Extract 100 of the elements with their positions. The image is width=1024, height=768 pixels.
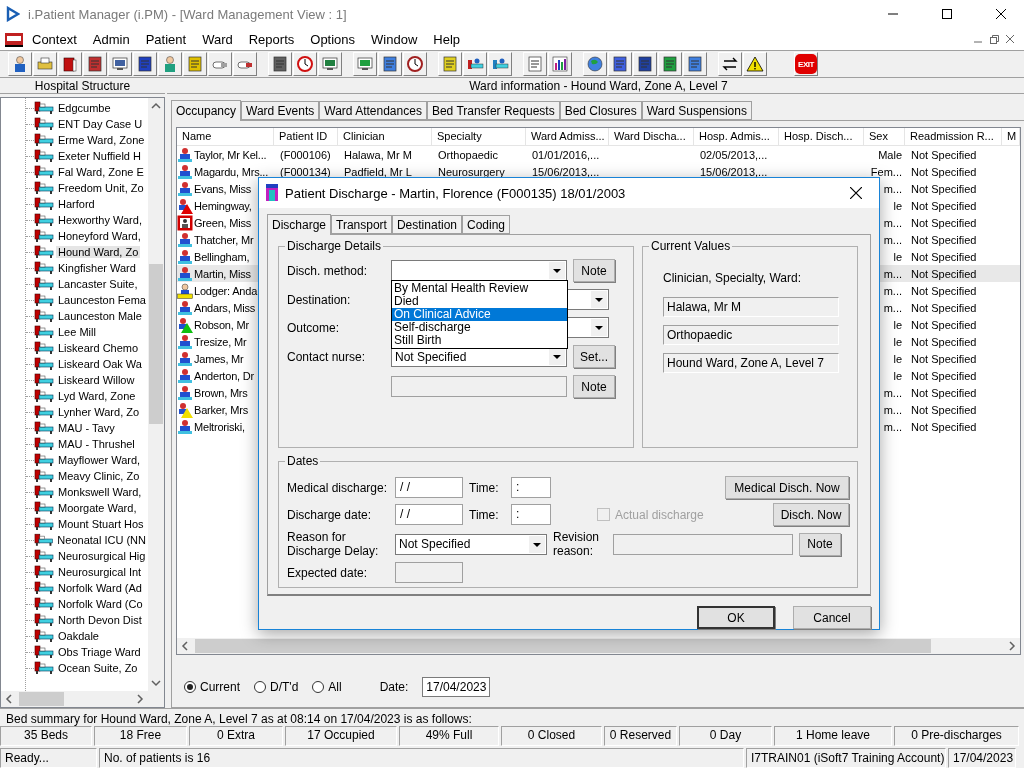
table-cell-text: Padfield, Mr L [343, 165, 413, 178]
panel-title: Ward information - Hound Ward, Zone A, Level 7 [167, 78, 1024, 94]
bed-count: 0 Reserved [604, 726, 677, 746]
field-label: Discharge date: [287, 507, 373, 522]
table-cell-text: Orthopaedic [437, 148, 499, 161]
table-cell: James, Mr [194, 352, 244, 365]
table-cell-text: 15/06/2013,... [531, 165, 601, 178]
table-cell-text: Not Specified [910, 182, 978, 195]
table-cell-text: m... [882, 216, 903, 229]
table-cell-text: (F000106) [279, 148, 332, 161]
table-cell-text: 01/01/2016,... [531, 148, 601, 161]
table-cell-text: m... [882, 284, 903, 297]
field-label: Reason for Discharge Delay: [287, 530, 380, 558]
table-cell: Magardu, Mrs... [194, 165, 269, 178]
caption-text: Clinician, Specialty, Ward: [663, 271, 803, 285]
table-cell: Thatcher, Mr [194, 233, 254, 246]
group-title: Current Values [650, 239, 732, 253]
bed-count: 1 Home leave [774, 726, 892, 746]
table-cell-text: le [892, 250, 903, 263]
table-cell-text: le [892, 352, 903, 365]
table-cell-text: Not Specified [910, 301, 978, 314]
table-cell-text: Fem... [869, 165, 903, 178]
table-cell-text: Not Specified [910, 318, 978, 331]
table-cell-text: m... [882, 420, 903, 433]
table-cell-text: Not Specified [910, 284, 978, 297]
status-text: Ready... [0, 748, 97, 768]
table-cell-text: le [892, 199, 903, 212]
bed-count: 18 Free [94, 726, 187, 746]
table-cell-text: Not Specified [910, 386, 978, 399]
field-label: Medical discharge: [287, 480, 389, 495]
bed-count: 0 Closed [501, 726, 602, 746]
bed-count: 17 Occupied [285, 726, 397, 746]
table-cell-text: m... [882, 233, 903, 246]
radio-label: D/T'd [270, 680, 299, 694]
table-cell: Evans, Miss [194, 182, 252, 195]
table-cell-text: Male [877, 148, 903, 161]
radio-label: Current [200, 680, 240, 694]
table-cell-text: Not Specified [910, 352, 978, 365]
table-cell-text: m... [882, 403, 903, 416]
table-cell-text: 02/05/2013,... [699, 148, 769, 161]
table-cell-text: m... [882, 386, 903, 399]
table-cell-text: Neurosurgery [437, 165, 506, 178]
radio-label: All [328, 680, 342, 694]
table-cell: Tresize, Mr [194, 335, 247, 348]
table-cell-text: Not Specified [910, 250, 978, 263]
bed-count: 35 Beds [0, 726, 92, 746]
status-text: No. of patients is 16 [99, 748, 744, 768]
field-label: Time: [469, 480, 500, 495]
window-title: i.Patient Manager (i.PM) - [Ward Management View : 1] [28, 6, 348, 22]
field-label: Disch. method: [287, 263, 369, 278]
group-title: Dates [286, 454, 320, 468]
table-cell: Taylor, Mr Kel... [194, 148, 267, 161]
table-cell-text: Not Specified [910, 148, 978, 161]
table-cell-text: Halawa, Mr M [343, 148, 413, 161]
field-label: Contact nurse: [287, 349, 367, 364]
table-cell-text: Not Specified [910, 403, 978, 416]
table-cell-text: Not Specified [910, 165, 978, 178]
table-cell-text: m... [882, 182, 903, 195]
group-title: Discharge Details [286, 239, 383, 253]
table-cell-text: le [892, 318, 903, 331]
table-cell-text: Not Specified [910, 335, 978, 348]
table-cell-text: Not Specified [910, 199, 978, 212]
table-cell-text: m... [882, 301, 903, 314]
dialog-title: Patient Discharge - Martin, Florence (F000135) 18/01/2003 [285, 185, 627, 201]
table-cell: Lodger: Anda [194, 284, 258, 297]
field-label: Time: [469, 507, 500, 522]
table-cell: Meltroriski, [194, 420, 245, 433]
bed-count: 0 Extra [189, 726, 283, 746]
bed-count: 49% Full [399, 726, 499, 746]
table-cell-text: Not Specified [910, 420, 978, 433]
table-cell: Robson, Mr [194, 318, 249, 331]
table-cell: Barker, Mrs [194, 403, 249, 416]
bed-count: 0 Day [679, 726, 772, 746]
bed-summary-text: Bed summary for Hound Ward, Zone A, Level 7 as at 08:14 on 17/04/2023 is as follows: [0, 708, 1024, 726]
table-cell-text: Not Specified [910, 267, 978, 280]
date-label: Date: [379, 680, 409, 694]
value-field: Orthopaedic [663, 325, 839, 345]
table-cell: Brown, Mrs [194, 386, 248, 399]
value-field: Halawa, Mr M [663, 297, 839, 317]
table-cell-text: m... [882, 267, 903, 280]
table-cell-text: 15/06/2013,... [699, 165, 769, 178]
status-text: 17/04/2023 [948, 748, 1016, 768]
value-field: Hound Ward, Zone A, Level 7 [663, 353, 839, 373]
table-cell: Andars, Miss [194, 301, 256, 314]
table-cell: Martin, Miss [194, 267, 251, 280]
panel-title: Hospital Structure [0, 78, 165, 94]
table-cell-text: Not Specified [910, 369, 978, 382]
table-cell: Green, Miss [194, 216, 252, 229]
table-cell-text: le [892, 335, 903, 348]
field-label: Outcome: [287, 320, 341, 335]
table-cell-text: le [892, 369, 903, 382]
status-text: I7TRAIN01 (iSoft7 Training Account) [746, 748, 946, 768]
bed-count: 0 Pre-discharges [894, 726, 1019, 746]
table-cell-text: Not Specified [910, 216, 978, 229]
table-cell: Anderton, Dr [194, 369, 254, 382]
table-cell-text: (F000134) [279, 165, 332, 178]
field-label: Expected date: [287, 565, 369, 580]
field-label: Destination: [287, 292, 352, 307]
table-cell-text: Not Specified [910, 233, 978, 246]
field-label: Revision reason: [553, 530, 601, 558]
